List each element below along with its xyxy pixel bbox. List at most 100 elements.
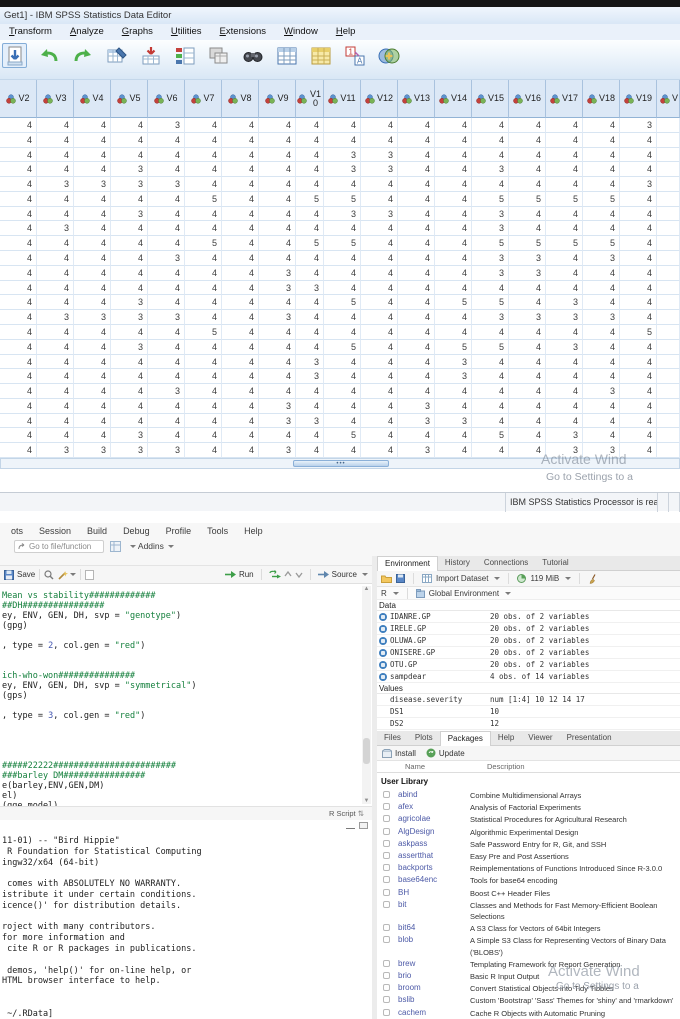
grid-column-header[interactable]: V12 bbox=[361, 80, 398, 118]
grid-cell[interactable]: 4 bbox=[435, 443, 472, 458]
grid-cell[interactable]: 4 bbox=[259, 118, 296, 133]
grid-cell[interactable]: 4 bbox=[37, 369, 74, 385]
package-checkbox[interactable] bbox=[383, 864, 390, 872]
grid-cell[interactable]: 4 bbox=[583, 221, 620, 237]
grid-cell[interactable]: 4 bbox=[546, 118, 583, 133]
grid-cell[interactable]: 4 bbox=[259, 295, 296, 311]
grid-cell[interactable]: 4 bbox=[620, 236, 657, 252]
grid-cell[interactable]: 4 bbox=[398, 324, 435, 340]
grid-cell[interactable]: 4 bbox=[148, 162, 185, 178]
grid-cell[interactable]: 4 bbox=[620, 310, 657, 325]
grid-cell[interactable]: 3 bbox=[472, 310, 509, 325]
package-checkbox[interactable] bbox=[383, 888, 390, 896]
grid-cell[interactable]: 4 bbox=[111, 324, 148, 340]
grid-cell[interactable]: 4 bbox=[259, 177, 296, 192]
grid-cell[interactable]: 4 bbox=[222, 132, 259, 148]
tab-presentation[interactable]: Presentation bbox=[560, 731, 619, 746]
grid-cell[interactable]: 3 bbox=[296, 369, 324, 385]
environment-object-row[interactable]: DS2 12 bbox=[377, 718, 680, 730]
grid-cell[interactable]: 4 bbox=[509, 295, 546, 311]
grid-cell[interactable]: 4 bbox=[148, 339, 185, 355]
grid-cell[interactable]: 4 bbox=[111, 221, 148, 237]
run-label[interactable]: Run bbox=[239, 570, 254, 579]
grid-cell[interactable]: 4 bbox=[509, 132, 546, 148]
grid-cell[interactable]: 4 bbox=[472, 398, 509, 414]
r-script-label[interactable]: R Script bbox=[329, 809, 356, 818]
environment-object-row[interactable]: OLUWA.GP 20 obs. of 2 variables bbox=[377, 635, 680, 647]
grid-cell[interactable]: 4 bbox=[296, 251, 324, 266]
grid-cell[interactable]: 4 bbox=[620, 280, 657, 296]
grid-cell[interactable]: 5 bbox=[583, 191, 620, 207]
grid-cell[interactable]: 5 bbox=[620, 324, 657, 340]
grid-cell[interactable]: 4 bbox=[259, 369, 296, 385]
grid-cell[interactable]: 3 bbox=[148, 310, 185, 325]
grid-cell[interactable]: 4 bbox=[74, 280, 111, 296]
grid-cell[interactable]: 4 bbox=[435, 324, 472, 340]
grid-cell[interactable]: 4 bbox=[324, 413, 361, 429]
grid-cell[interactable]: 4 bbox=[620, 162, 657, 178]
tab-files[interactable]: Files bbox=[377, 731, 408, 746]
grid-cell[interactable]: 4 bbox=[296, 206, 324, 222]
grid-cell[interactable]: 4 bbox=[324, 177, 361, 192]
grid-cell[interactable]: 4 bbox=[296, 443, 324, 458]
grid-cell[interactable]: 4 bbox=[398, 354, 435, 370]
grid-cell[interactable]: 4 bbox=[324, 280, 361, 296]
grid-cell[interactable]: 4 bbox=[111, 398, 148, 414]
grid-cell[interactable]: 3 bbox=[435, 369, 472, 385]
grid-cell[interactable]: 4 bbox=[620, 354, 657, 370]
grid-cell[interactable]: 4 bbox=[361, 413, 398, 429]
grid-cell[interactable]: 4 bbox=[185, 177, 222, 192]
grid-cell[interactable]: 4 bbox=[620, 206, 657, 222]
package-checkbox[interactable] bbox=[383, 815, 390, 823]
value-labels-icon[interactable] bbox=[172, 43, 197, 68]
variables-icon[interactable] bbox=[308, 43, 333, 68]
grid-cell[interactable]: 4 bbox=[509, 206, 546, 222]
rstudio-menu-ots[interactable]: ots bbox=[3, 526, 31, 536]
global-environment-label[interactable]: Global Environment bbox=[429, 589, 499, 598]
grid-cell[interactable]: 5 bbox=[296, 236, 324, 252]
grid-cell[interactable]: 4 bbox=[37, 162, 74, 178]
grid-cell[interactable]: 3 bbox=[324, 162, 361, 178]
grid-cell[interactable]: 4 bbox=[0, 221, 37, 237]
grid-cell[interactable]: 4 bbox=[324, 324, 361, 340]
grid-cell[interactable]: 4 bbox=[0, 354, 37, 370]
grid-cell[interactable]: 5 bbox=[472, 428, 509, 444]
environment-object-row[interactable]: IRELE.GP 20 obs. of 2 variables bbox=[377, 623, 680, 635]
grid-cell[interactable]: 4 bbox=[0, 428, 37, 444]
update-button[interactable]: Update bbox=[426, 748, 465, 758]
grid-cell[interactable]: 4 bbox=[398, 339, 435, 355]
grid-cell[interactable]: 3 bbox=[472, 221, 509, 237]
redo-icon[interactable] bbox=[70, 43, 95, 68]
grid-cell[interactable]: 4 bbox=[0, 191, 37, 207]
grid-cell[interactable]: 4 bbox=[296, 132, 324, 148]
grid-cell[interactable]: 5 bbox=[509, 236, 546, 252]
grid-cell[interactable]: 4 bbox=[148, 324, 185, 340]
grid-cell[interactable]: 4 bbox=[37, 339, 74, 355]
grid-cell[interactable]: 3 bbox=[398, 443, 435, 458]
grid-cell[interactable]: 4 bbox=[0, 384, 37, 399]
grid-cell[interactable]: 4 bbox=[111, 251, 148, 266]
grid-cell[interactable]: 4 bbox=[509, 339, 546, 355]
spss-menu-utilities[interactable]: Utilities bbox=[162, 24, 211, 40]
grid-cell[interactable]: 4 bbox=[185, 147, 222, 163]
grid-cell[interactable]: 4 bbox=[74, 162, 111, 178]
import-dataset-icon[interactable] bbox=[422, 574, 432, 583]
grid-cell[interactable]: 4 bbox=[361, 339, 398, 355]
grid-cell[interactable]: 4 bbox=[546, 324, 583, 340]
grid-cell[interactable]: 3 bbox=[296, 280, 324, 296]
grid-cell[interactable]: 4 bbox=[185, 265, 222, 281]
grid-cell[interactable]: 4 bbox=[509, 221, 546, 237]
grid-cell[interactable]: 4 bbox=[0, 310, 37, 325]
grid-cell[interactable]: 4 bbox=[148, 398, 185, 414]
grid-cell[interactable]: 4 bbox=[398, 251, 435, 266]
grid-column-header[interactable]: V11 bbox=[324, 80, 361, 118]
grid-cell[interactable]: 4 bbox=[509, 428, 546, 444]
grid-cell[interactable]: 4 bbox=[583, 132, 620, 148]
grid-cell[interactable]: 4 bbox=[296, 162, 324, 178]
grid-cell[interactable]: 3 bbox=[111, 428, 148, 444]
grid-cell[interactable]: 4 bbox=[398, 191, 435, 207]
grid-cell[interactable]: 4 bbox=[259, 132, 296, 148]
insert-cases-icon[interactable] bbox=[274, 43, 299, 68]
grid-cell[interactable]: 4 bbox=[259, 339, 296, 355]
grid-cell[interactable]: 4 bbox=[148, 369, 185, 385]
